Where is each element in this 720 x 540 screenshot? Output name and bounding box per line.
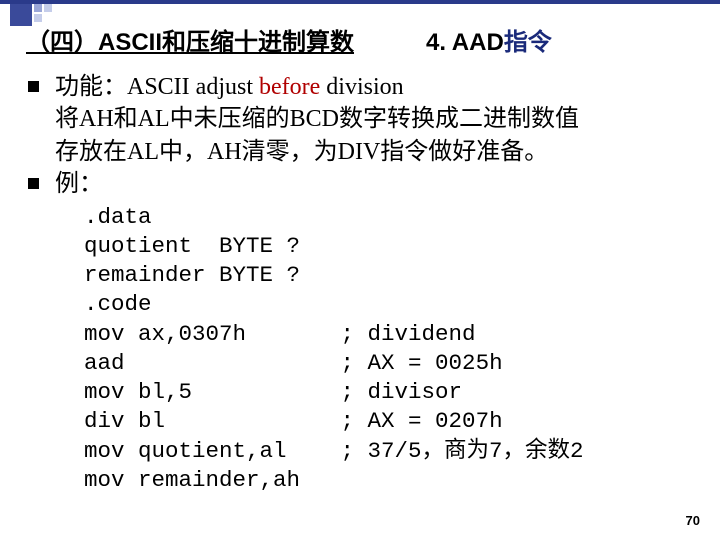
bullet-text: 例：: [55, 168, 103, 200]
title-row: （四）ASCII和压缩十进制算数 4. AAD指令: [26, 22, 706, 57]
bullet-marker-icon: [28, 178, 39, 189]
page-number: 70: [686, 513, 700, 528]
code-listing: .data quotient BYTE ? remainder BYTE ? .…: [84, 203, 706, 496]
slide-content: （四）ASCII和压缩十进制算数 4. AAD指令 功能：ASCII adjus…: [26, 22, 706, 495]
bullet-list: 功能：ASCII adjust before division 将AH和AL中未…: [28, 71, 706, 201]
instruction-heading: 4. AAD指令: [426, 22, 552, 57]
bullet-text: 功能：ASCII adjust before division 将AH和AL中未…: [55, 71, 579, 168]
bullet-example: 例：: [28, 168, 706, 200]
bullet-function: 功能：ASCII adjust before division 将AH和AL中未…: [28, 71, 706, 168]
bullet-marker-icon: [28, 81, 39, 92]
section-heading: （四）ASCII和压缩十进制算数: [26, 22, 354, 57]
